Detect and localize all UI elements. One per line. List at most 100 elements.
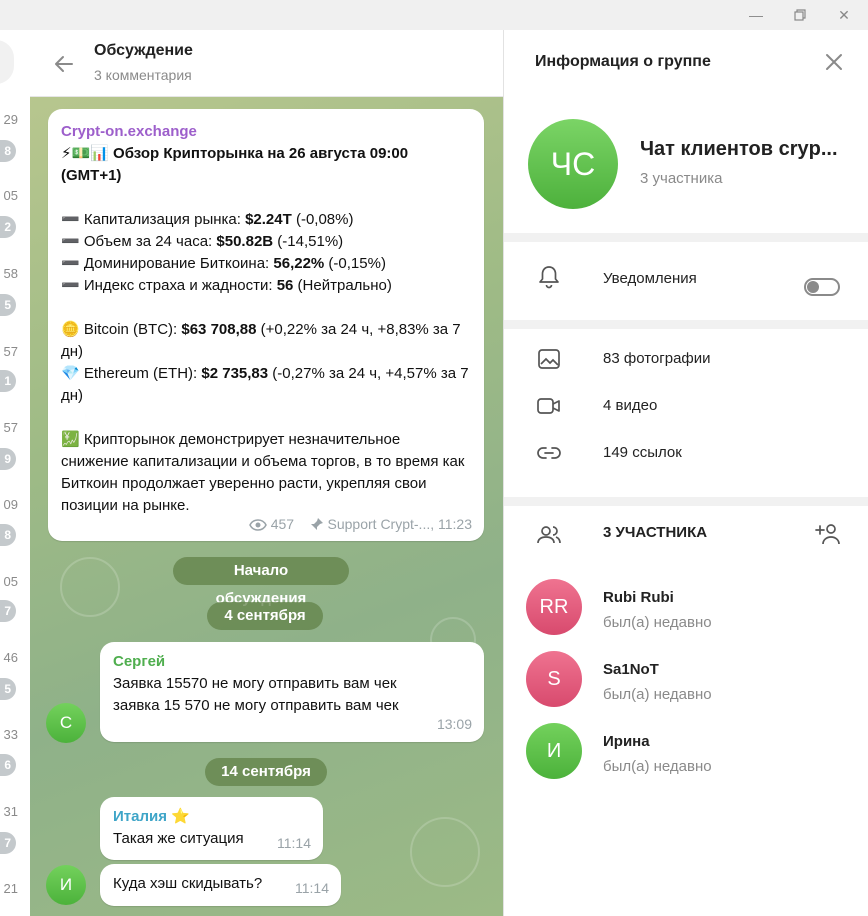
notifications-toggle[interactable]: [804, 278, 840, 296]
coin-line: 💎 Ethereum (ETH): $2 735,83 (-0,27% за 2…: [61, 365, 469, 404]
message-sender: Сергей: [113, 653, 166, 670]
message-time: 13:09: [436, 716, 472, 732]
members-header: 3 УЧАСТНИКА: [603, 524, 708, 541]
chat-time: 05: [3, 188, 18, 203]
close-window-button[interactable]: ✕: [834, 5, 854, 25]
videos-link[interactable]: 4 видео: [603, 397, 657, 414]
member-avatar[interactable]: S: [526, 651, 582, 707]
unread-badge: 2: [0, 216, 16, 238]
notifications-label: Уведомления: [603, 270, 697, 287]
unread-badge: 9: [0, 448, 16, 470]
back-arrow-icon[interactable]: [50, 50, 78, 78]
chat-subtitle: 3 комментария: [94, 67, 192, 83]
chat-header: Обсуждение 3 комментария: [30, 30, 503, 97]
message-text: Заявка 15570 не могу отправить вам чек з…: [113, 675, 399, 714]
minimize-button[interactable]: —: [746, 5, 766, 25]
message-bubble[interactable]: Италия ⭐ Такая же ситуация 11:14: [100, 797, 323, 860]
unread-badge: 1: [0, 370, 16, 392]
chart-up-icon: 💹: [61, 431, 80, 448]
date-separator: 14 сентября: [205, 758, 327, 786]
link-icon: [537, 447, 561, 459]
notifications-section[interactable]: Уведомления: [504, 242, 868, 320]
stat-line: ➖ Индекс страха и жадности: 56 (Нейтраль…: [61, 277, 392, 294]
bell-icon: [539, 266, 559, 289]
chat-time: 31: [3, 804, 18, 819]
restore-icon: [794, 9, 806, 21]
message-bubble[interactable]: Сергей Заявка 15570 не могу отправить ва…: [100, 642, 484, 742]
discussion-start-label: Начало обсуждения: [173, 557, 349, 607]
media-section: 83 фотографии 4 видео 149 ссылок: [504, 329, 868, 497]
chat-time: 05: [3, 574, 18, 589]
chat-list-strip: 29 8 05 2 58 5 57 1 57 9 09 8 05 7 46 5 …: [0, 30, 30, 916]
author-signature-icon: [310, 518, 323, 530]
chat-time: 33: [3, 727, 18, 742]
chat-time: 09: [3, 497, 18, 512]
video-icon: [537, 398, 560, 414]
post-author: Support Crypt-...: [327, 516, 431, 532]
message-sender: Италия ⭐: [113, 808, 190, 825]
date-separator: 4 сентября: [207, 602, 323, 630]
views-eye-icon: [248, 519, 267, 531]
stat-line: ➖ Капитализация рынка: $2.24T (-0,08%): [61, 211, 354, 228]
discussion-chat: Обсуждение 3 комментария Crypt-on.exchan…: [30, 30, 503, 916]
links-link[interactable]: 149 ссылок: [603, 444, 682, 461]
avatar[interactable]: И: [46, 865, 86, 905]
group-avatar[interactable]: ЧС: [528, 119, 618, 209]
unread-badge: 6: [0, 754, 16, 776]
bitcoin-coin-icon: 🪙: [61, 321, 80, 338]
message-time: 11:14: [277, 835, 311, 851]
member-avatar[interactable]: RR: [526, 579, 582, 635]
member-avatar[interactable]: И: [526, 723, 582, 779]
member-name[interactable]: Rubi Rubi: [603, 589, 674, 606]
summary-line: 💹 Крипторынок демонстрирует незначительн…: [61, 431, 465, 514]
chat-time: 46: [3, 650, 18, 665]
post-sender: Crypt-on.exchange: [61, 123, 197, 140]
chat-title: Обсуждение: [94, 42, 193, 59]
member-status: был(а) недавно: [603, 614, 712, 631]
chat-background: Crypt-on.exchange ⚡💵📊 Обзор Крипторынка …: [30, 97, 503, 916]
message-time: 11:14: [295, 880, 329, 896]
chat-time: 58: [3, 266, 18, 281]
group-member-count: 3 участника: [640, 170, 723, 187]
panel-title: Информация о группе: [535, 53, 711, 70]
unread-badge: 8: [0, 140, 16, 162]
avatar[interactable]: С: [46, 703, 86, 743]
window-titlebar: — ✕: [0, 0, 868, 30]
close-icon[interactable]: [822, 50, 846, 74]
member-status: был(а) недавно: [603, 686, 712, 703]
background-doodle: [60, 557, 120, 617]
coin-line: 🪙 Bitcoin (BTC): $63 708,88 (+0,22% за 2…: [61, 321, 461, 360]
group-info-panel: Информация о группе ЧС Чат клиентов cryp…: [503, 30, 868, 916]
member-name[interactable]: Sa1NoT: [603, 661, 659, 678]
post-headline: ⚡💵📊 Обзор Крипторынка на 26 августа 09:0…: [61, 145, 409, 184]
add-member-icon[interactable]: [814, 520, 842, 548]
views-count: 457: [270, 516, 295, 532]
unread-badge: 7: [0, 832, 16, 854]
ethereum-coin-icon: 💎: [61, 365, 80, 382]
stat-line: ➖ Объем за 24 часа: $50.82B (-14,51%): [61, 233, 344, 250]
chat-time: 21: [3, 881, 18, 896]
message-bubble[interactable]: Куда хэш скидывать? 11:14: [100, 864, 341, 906]
members-icon: [537, 526, 561, 544]
background-doodle: [410, 817, 480, 887]
unread-badge: 5: [0, 294, 16, 316]
photo-icon: [538, 349, 560, 369]
members-section: 3 УЧАСТНИКА RR Rubi Rubi был(а) недавно …: [504, 506, 868, 916]
photos-link[interactable]: 83 фотографии: [603, 350, 711, 367]
member-name[interactable]: Ирина: [603, 733, 650, 750]
search-field-edge[interactable]: [0, 40, 14, 84]
restore-button[interactable]: [790, 5, 810, 25]
chat-time: 57: [3, 344, 18, 359]
group-name: Чат клиентов cryp...: [640, 138, 838, 160]
group-header-section: Информация о группе ЧС Чат клиентов cryp…: [504, 30, 868, 233]
unread-badge: 7: [0, 600, 16, 622]
chat-time: 57: [3, 420, 18, 435]
unread-badge: 5: [0, 678, 16, 700]
chat-time: 29: [3, 112, 18, 127]
post-time: 11:23: [438, 516, 472, 532]
stat-line: ➖ Доминирование Биткоина: 56,22% (-0,15%…: [61, 255, 386, 272]
channel-post[interactable]: Crypt-on.exchange ⚡💵📊 Обзор Крипторынка …: [48, 109, 484, 541]
post-meta: 457 Support Crypt-..., 11:23: [248, 513, 472, 535]
member-status: был(а) недавно: [603, 758, 712, 775]
unread-badge: 8: [0, 524, 16, 546]
